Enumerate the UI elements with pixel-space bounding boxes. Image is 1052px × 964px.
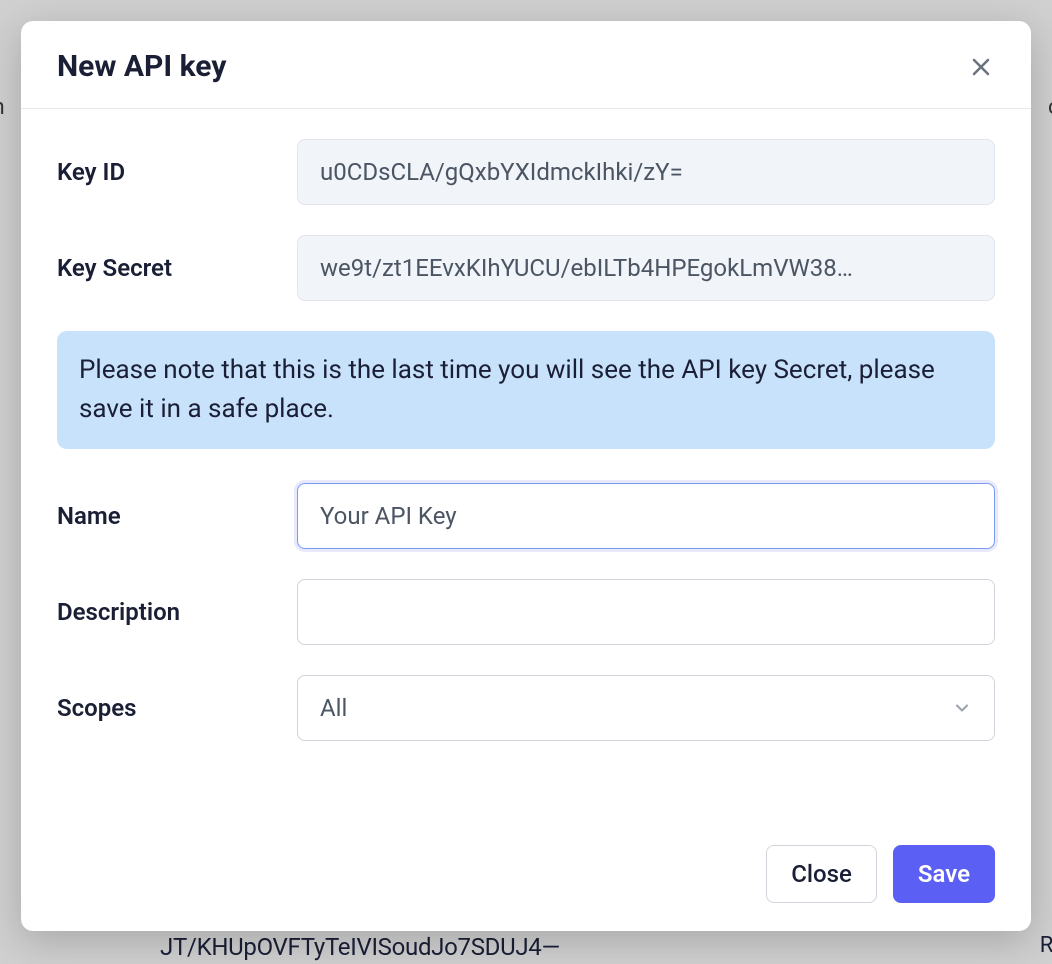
description-label: Description [57,598,297,626]
save-button[interactable]: Save [893,845,995,903]
key-secret-row: Key Secret we9t/zt1EEvxKIhYUCU/ebILTb4HP… [57,235,995,301]
background-text-fragment: JT/KHUpOVFTyTeIVISoudJo7SDUJ4— [160,933,560,961]
key-id-row: Key ID u0CDsCLA/gQxbYXIdmckIhki/zY= [57,139,995,205]
scopes-selected-value: All [320,694,347,722]
key-id-value[interactable]: u0CDsCLA/gQxbYXIdmckIhki/zY= [297,139,995,205]
name-input[interactable] [297,483,995,549]
close-icon[interactable] [967,53,995,81]
close-button[interactable]: Close [766,845,877,903]
name-row: Name [57,483,995,549]
modal-title: New API key [57,49,226,84]
scopes-label: Scopes [57,694,297,722]
background-text-fragment: co [1048,95,1052,120]
chevron-down-icon [952,698,972,718]
modal-header: New API key [21,21,1031,109]
new-api-key-modal: New API key Key ID u0CDsCLA/gQxbYXIdmckI… [21,21,1031,931]
background-text-fragment: on [0,95,5,120]
key-id-label: Key ID [57,158,297,186]
scopes-row: Scopes All [57,675,995,741]
description-input[interactable] [297,579,995,645]
background-text-fragment: Rea [1040,933,1052,958]
modal-body: Key ID u0CDsCLA/gQxbYXIdmckIhki/zY= Key … [21,109,1031,825]
scopes-select[interactable]: All [297,675,995,741]
name-label: Name [57,502,297,530]
key-secret-value[interactable]: we9t/zt1EEvxKIhYUCU/ebILTb4HPEgokLmVW38… [297,235,995,301]
key-secret-label: Key Secret [57,254,297,282]
modal-footer: Close Save [21,825,1031,931]
secret-warning-notice: Please note that this is the last time y… [57,331,995,449]
description-row: Description [57,579,995,645]
